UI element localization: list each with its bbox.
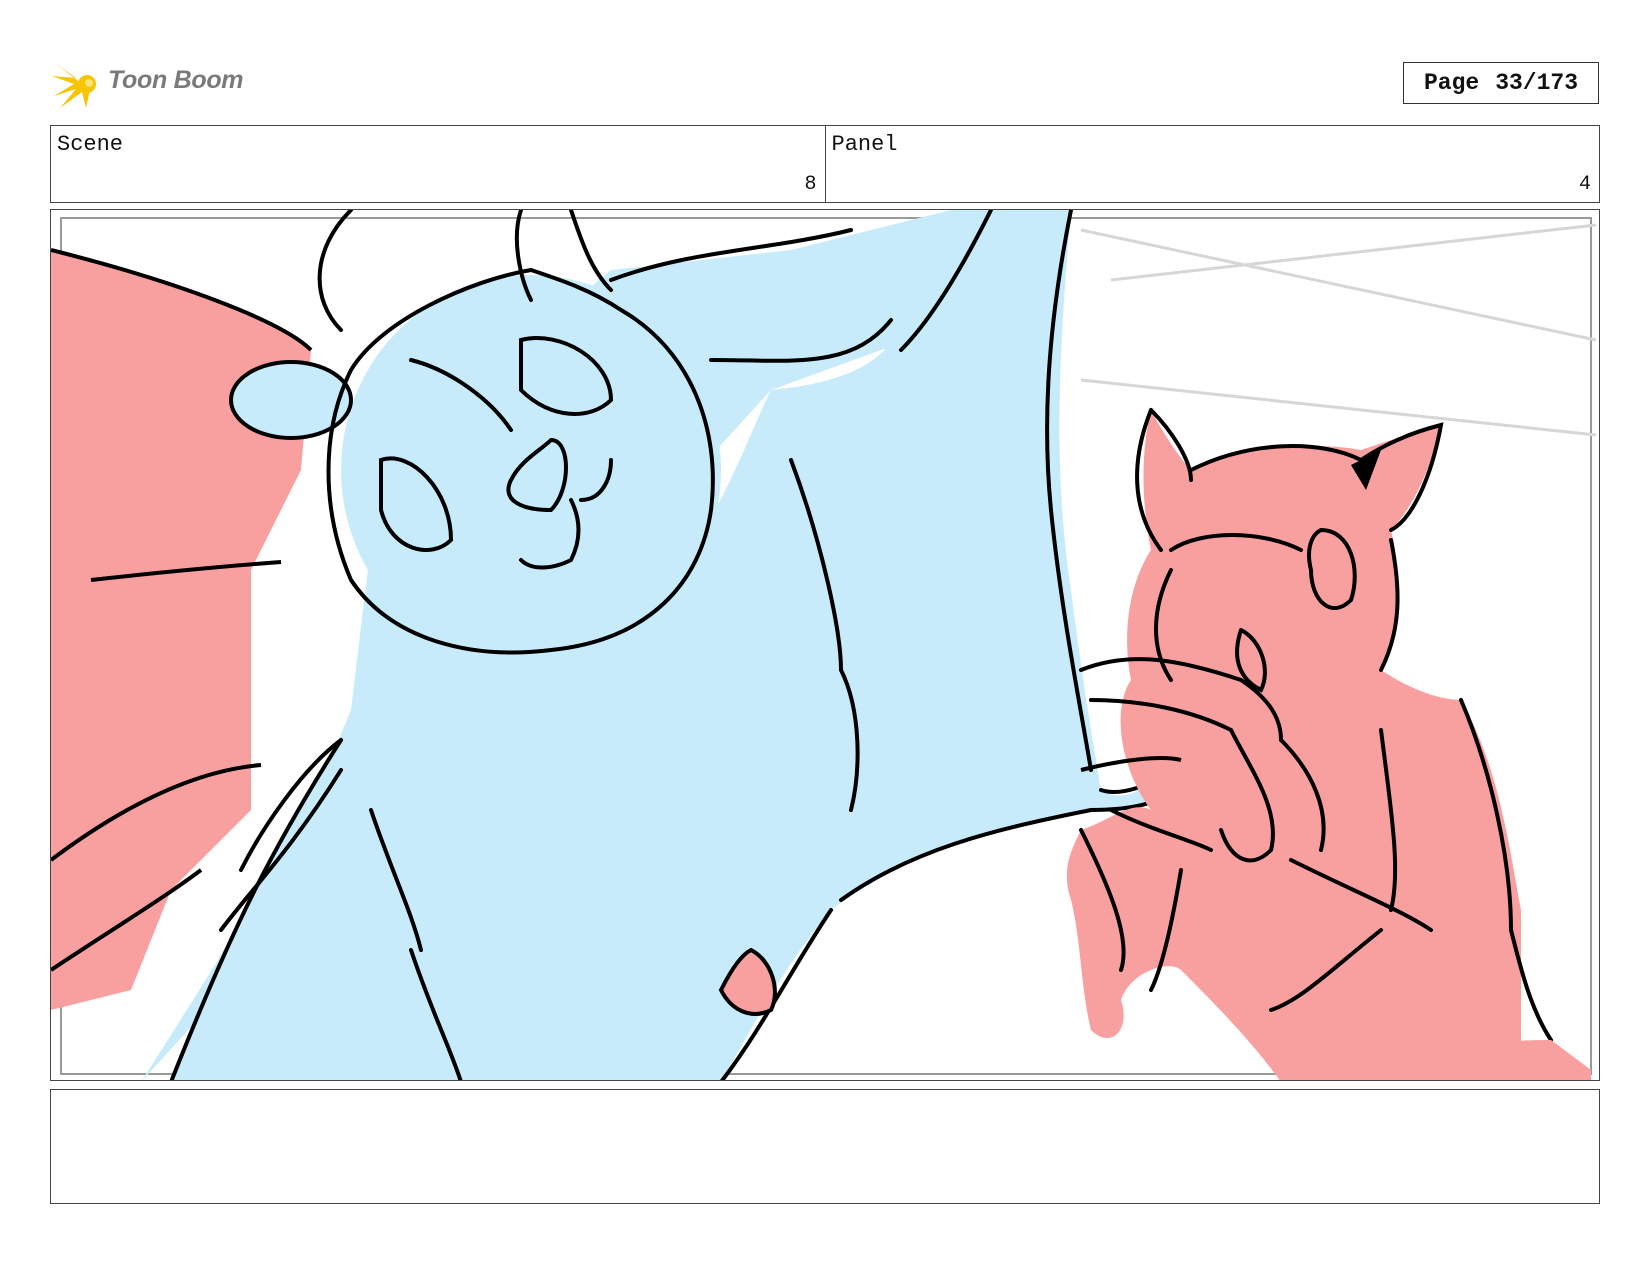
storyboard-sketch bbox=[51, 210, 1597, 1080]
starburst-icon bbox=[52, 62, 96, 108]
scene-number: 8 bbox=[804, 173, 817, 196]
storyboard-panel-image bbox=[50, 209, 1600, 1081]
page-number: 33/173 bbox=[1495, 70, 1579, 96]
scene-label: Scene bbox=[57, 132, 124, 157]
scene-cell: Scene 8 bbox=[51, 126, 825, 202]
panel-caption-box bbox=[50, 1089, 1600, 1204]
panel-number: 4 bbox=[1578, 173, 1591, 196]
logo-text: Toon Boom bbox=[108, 66, 244, 94]
panel-cell: Panel 4 bbox=[824, 126, 1600, 202]
page-indicator: Page 33/173 bbox=[1403, 62, 1599, 104]
panel-label: Panel bbox=[831, 132, 898, 157]
scene-panel-header: Scene 8 Panel 4 bbox=[50, 125, 1600, 203]
toon-boom-logo: Toon Boom bbox=[52, 56, 262, 112]
page-label: Page bbox=[1423, 70, 1480, 96]
